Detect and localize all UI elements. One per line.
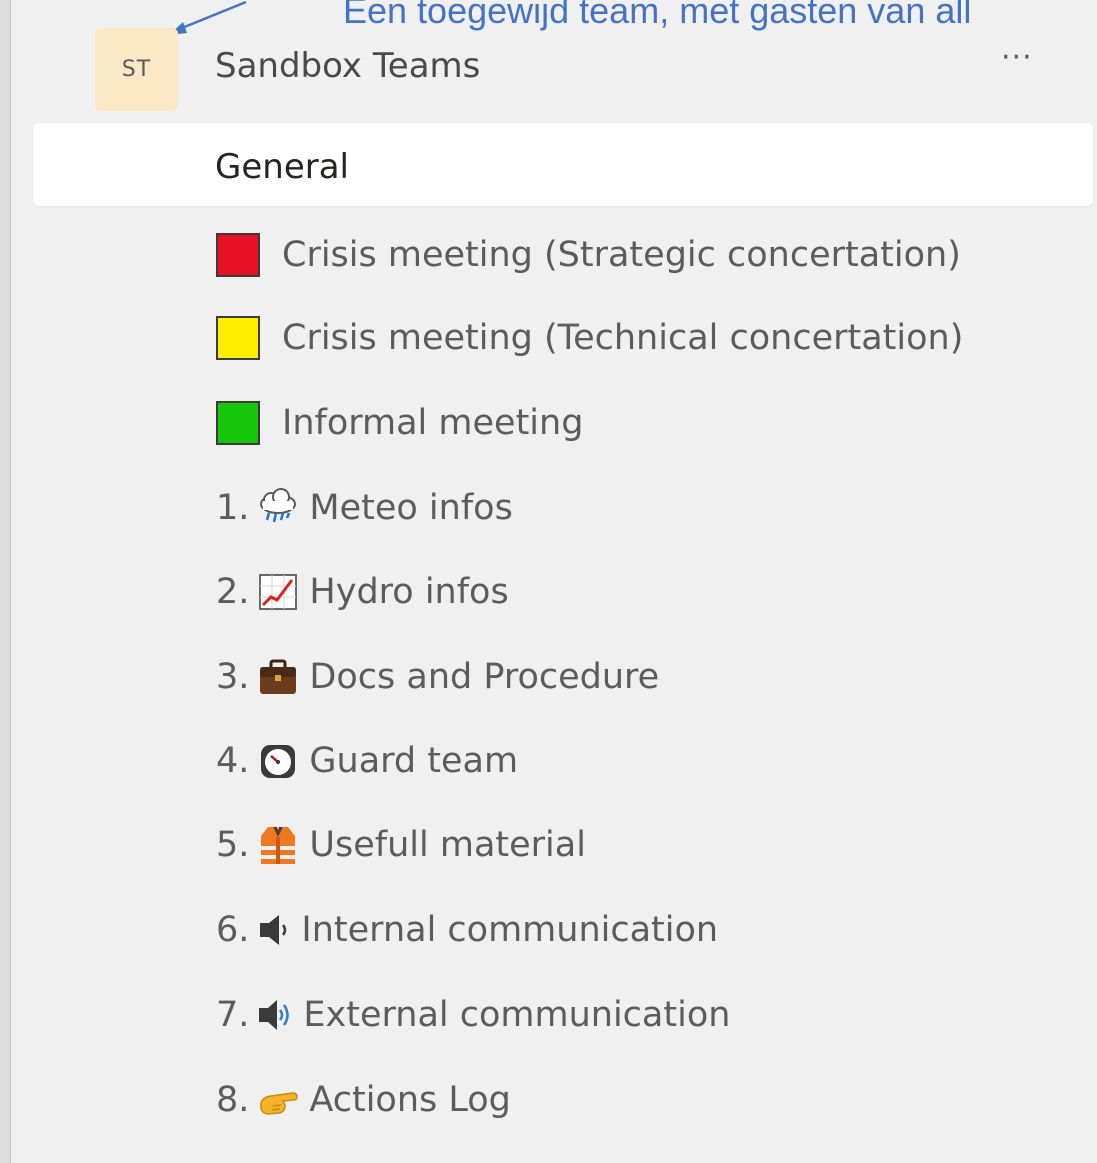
channel-label: Hydro infos <box>309 572 509 612</box>
channel-number: 8. <box>216 1080 250 1120</box>
channel-general-label: General <box>215 147 349 187</box>
channel-informal-meeting[interactable]: Informal meeting <box>216 393 583 453</box>
safety-vest-icon <box>261 827 296 864</box>
channel-general[interactable]: General <box>33 123 1093 206</box>
channel-label: Crisis meeting (Technical concertation) <box>282 318 964 358</box>
channel-crisis-strategic[interactable]: Crisis meeting (Strategic concertation) <box>216 225 961 285</box>
stopwatch-icon <box>261 745 296 778</box>
channel-usefull-material[interactable]: 5. Usefull material <box>216 815 586 875</box>
channel-label: Guard team <box>309 741 519 781</box>
channel-number: 1. <box>216 488 250 528</box>
channel-label: Docs and Procedure <box>309 657 660 697</box>
channel-label: Informal meeting <box>282 403 584 443</box>
red-square-icon <box>216 233 260 277</box>
channel-actions-log[interactable]: 8. Actions Log <box>216 1070 511 1130</box>
channel-guard-team[interactable]: 4. Guard team <box>216 731 518 791</box>
channel-number: 4. <box>216 741 250 781</box>
channel-label: Usefull material <box>309 825 586 865</box>
channel-label: External communication <box>303 995 731 1035</box>
channel-label: Crisis meeting (Strategic concertation) <box>282 235 961 275</box>
speaker-high-icon <box>259 1000 290 1030</box>
team-row[interactable]: ST Sandbox Teams ··· <box>11 28 1097 112</box>
teams-channel-panel: Een toegewijd team, met gasten van all S… <box>11 0 1097 1163</box>
channel-hydro-infos[interactable]: 2. Hydro infos <box>216 562 509 622</box>
channel-number: 7. <box>216 995 250 1035</box>
yellow-square-icon <box>216 316 260 360</box>
channel-number: 2. <box>216 572 250 612</box>
channel-meteo-infos[interactable]: 1. Meteo infos <box>216 478 513 538</box>
team-avatar: ST <box>95 28 178 111</box>
chart-increasing-icon <box>259 574 298 610</box>
channel-external-communication[interactable]: 7. External communication <box>216 985 730 1045</box>
channel-number: 3. <box>216 657 250 697</box>
briefcase-icon <box>260 659 297 694</box>
channel-docs-procedure[interactable]: 3. Docs and Procedure <box>216 647 659 707</box>
channel-internal-communication[interactable]: 6. Internal communication <box>216 900 718 960</box>
green-square-icon <box>216 401 260 445</box>
pointing-hand-icon <box>260 1092 299 1115</box>
channel-number: 5. <box>216 825 250 865</box>
window-left-edge <box>0 0 11 1163</box>
rain-cloud-icon <box>260 488 297 523</box>
channel-label: Meteo infos <box>309 488 513 528</box>
more-options-icon[interactable]: ··· <box>1001 40 1033 75</box>
channel-crisis-technical[interactable]: Crisis meeting (Technical concertation) <box>216 308 963 368</box>
speaker-low-icon <box>260 915 287 945</box>
channel-label: Actions Log <box>309 1080 511 1120</box>
channel-number: 6. <box>216 910 250 950</box>
channel-label: Internal communication <box>301 910 719 950</box>
team-name: Sandbox Teams <box>215 46 481 86</box>
